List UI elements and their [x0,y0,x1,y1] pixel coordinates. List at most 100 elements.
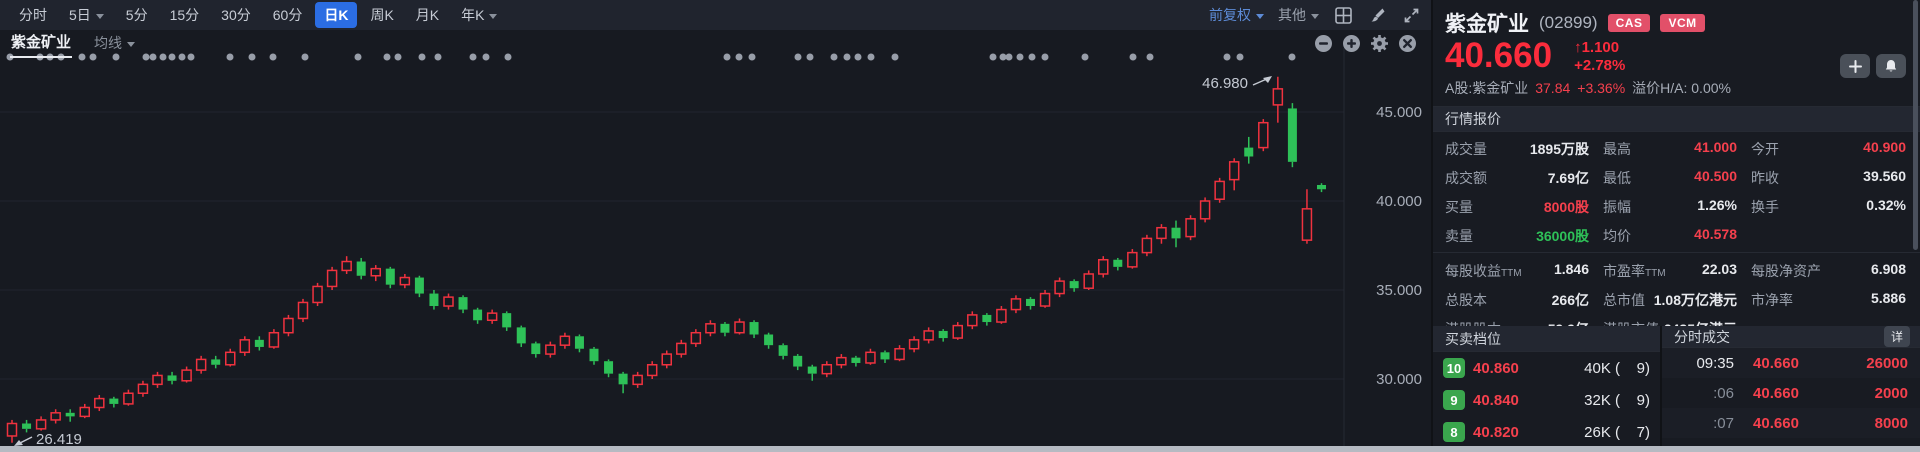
quote-value: 40.900 [1863,139,1906,159]
candle-up [51,413,60,420]
vcm-badge: VCM [1660,14,1704,32]
quote-label: 成交量 [1445,139,1487,159]
candle-up [80,407,89,416]
tick-price: 40.660 [1734,355,1818,372]
period-label: 15分 [170,5,200,25]
quote-value: 5.886 [1871,290,1906,310]
candle-up [1041,294,1050,306]
order-book: 买卖档位 1040.86040K ( 9)940.84032K ( 9)840.… [1433,326,1662,452]
quote-label: 总市值 [1603,290,1645,310]
quote-label: 卖量 [1445,226,1473,246]
period-button[interactable]: 60分 [264,2,312,28]
quote-value: 22.03 [1702,261,1737,281]
gear-icon[interactable] [1369,33,1389,53]
period-button[interactable]: 周K [361,2,402,28]
more-dropdown[interactable]: 其他 [1278,5,1319,25]
bottom-resize-bar[interactable] [0,446,1920,452]
candle-up [1084,274,1093,288]
orderbook-ticks-section: 买卖档位 1040.86040K ( 9)940.84032K ( 9)840.… [1433,326,1920,452]
tick-row: :0640.6602000 [1662,378,1920,408]
bell-icon [1884,59,1898,73]
period-button[interactable]: 15分 [161,2,209,28]
stock-name: 紫金矿业 [1445,8,1529,38]
brush-icon[interactable] [1367,5,1387,25]
close-icon[interactable] [1397,33,1417,53]
quote-value: 40.578 [1694,226,1737,246]
time-sales-title: 分时成交 [1674,327,1730,347]
time-sales-rows: 09:3540.66026000:0640.6602000:0740.66080… [1662,348,1920,452]
quote-cell: 买量8000股 [1445,197,1603,217]
order-book-row[interactable]: 840.82026K ( 7) [1433,416,1660,448]
candle-up [866,352,875,363]
order-book-row[interactable]: 940.84032K ( 9) [1433,384,1660,416]
quote-grid: 成交量1895万股最高41.000今开40.900成交额7.69亿最低40.50… [1433,132,1920,250]
candle-up [342,262,351,271]
quote-cell: 每股净资产6.908 [1751,261,1908,281]
order-book-row[interactable]: 1040.86040K ( 9) [1433,352,1660,384]
candle-up [371,269,380,276]
period-button[interactable]: 年K [452,2,506,28]
quote-label: 今开 [1751,139,1779,159]
zoom-out-icon[interactable] [1313,33,1333,53]
candle-up [1128,253,1137,267]
tick-time: :06 [1674,385,1734,402]
zoom-in-icon[interactable] [1341,33,1361,53]
quote-cell: 最低40.500 [1603,168,1751,188]
period-button[interactable]: 日K [315,2,357,28]
symbol-tab[interactable]: 紫金矿业 [10,29,72,58]
period-button[interactable]: 30分 [212,2,260,28]
period-button[interactable]: 月K [407,2,448,28]
candle-up [1230,162,1239,180]
candle-down [982,315,991,322]
quote-row: 总股本266亿总市值1.08万亿港元市净率5.886 [1445,285,1908,314]
candle-down [531,343,540,354]
grid-layout-icon[interactable] [1333,5,1353,25]
adjust-mode-dropdown[interactable]: 前复权 [1209,5,1264,25]
quote-cell: 成交量 1895万股 [1445,139,1603,159]
candle-down [1070,281,1079,288]
candle-up [400,278,409,285]
period-label: 分时 [19,5,47,25]
order-book-title: 买卖档位 [1445,329,1501,349]
period-label: 周K [370,5,393,25]
expand-icon[interactable] [1401,5,1421,25]
candle-up [1186,219,1195,237]
scrollbar-thumb[interactable] [1913,0,1918,250]
candle-up [1259,123,1268,148]
chart-control-icons [1313,33,1417,53]
period-label: 5分 [126,5,148,25]
price-alert-button[interactable] [1876,54,1906,78]
quote-row: 成交额7.69亿最低40.500昨收39.560 [1445,163,1908,192]
quote-cell: 总股本266亿 [1445,290,1603,310]
candle-up [706,324,715,333]
detail-button[interactable]: 详 [1884,326,1910,347]
quote-value: 1895万股 [1530,139,1589,159]
candle-up [662,354,671,365]
candlestick-chart[interactable]: 45.00040.00035.00030.00046.98026.419 [0,0,1431,452]
quote-value: 1.26% [1697,197,1737,217]
adjust-mode-label: 前复权 [1209,5,1251,25]
ma-dropdown[interactable]: 均线 [94,33,135,53]
period-button[interactable]: 5分 [117,2,157,28]
candle-up [1273,89,1282,105]
quote-value: 40.500 [1694,168,1737,188]
period-button[interactable]: 分时 [10,2,56,28]
add-to-watchlist-button[interactable] [1840,54,1870,78]
candle-down [211,359,220,364]
candle-down [22,424,31,429]
candle-down [459,297,468,309]
quote-label: 昨收 [1751,168,1779,188]
tick-volume: 26000 [1818,355,1908,372]
candle-down [255,340,264,347]
candle-up [546,345,555,354]
candle-up [124,393,133,404]
candle-down [502,313,511,327]
panel-scrollbar[interactable] [1913,0,1918,452]
y-axis-label: 40.000 [1376,193,1422,210]
quote-value: 6.908 [1871,261,1906,281]
period-button[interactable]: 5日 [60,2,113,28]
quote-label: 总股本 [1445,290,1487,310]
stock-header: 紫金矿业 (02899) CAS VCM 40.660 ↑1.100 +2.78… [1433,0,1920,98]
order-book-rows: 1040.86040K ( 9)940.84032K ( 9)840.82026… [1433,352,1660,448]
candle-down [881,352,890,359]
